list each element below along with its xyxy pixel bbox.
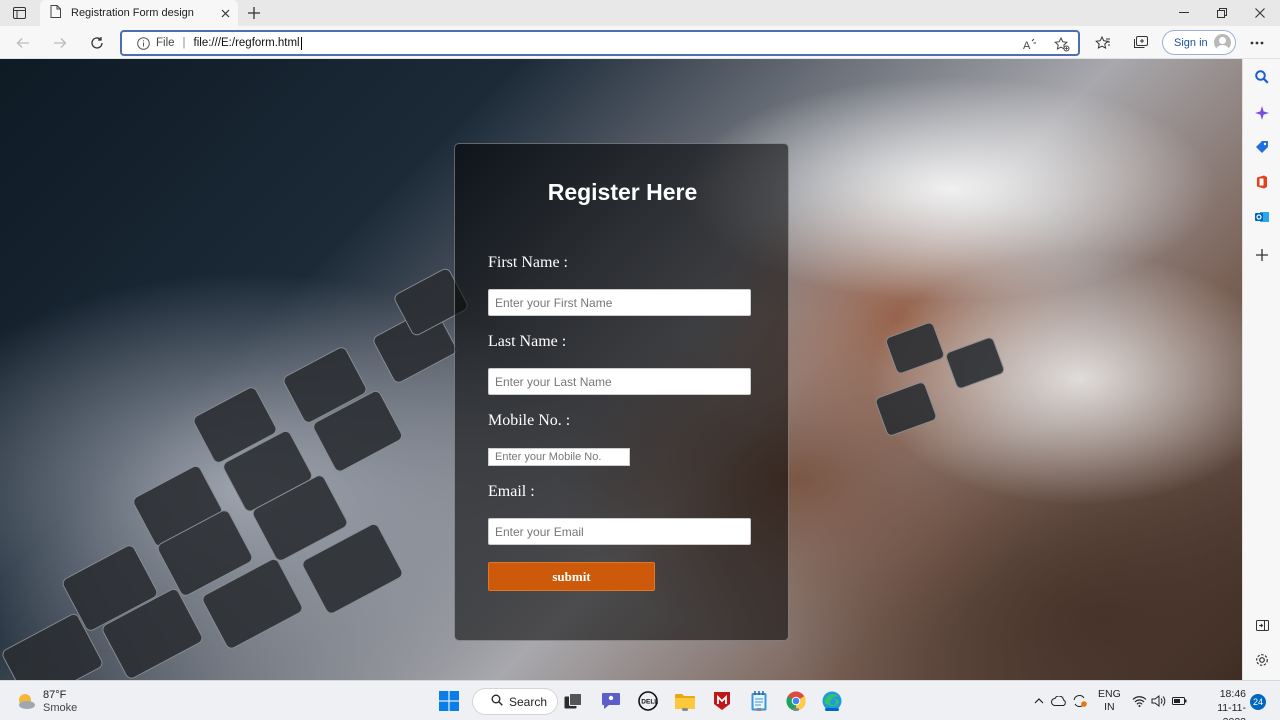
add-icon[interactable] bbox=[1252, 245, 1272, 265]
notification-badge[interactable]: 24 bbox=[1250, 694, 1266, 710]
back-icon[interactable] bbox=[12, 32, 34, 54]
browser-tab[interactable]: Registration Form design bbox=[40, 0, 238, 26]
more-options-icon[interactable] bbox=[1247, 33, 1267, 53]
collections-icon[interactable] bbox=[1130, 33, 1150, 53]
svg-text:DELL: DELL bbox=[641, 699, 658, 706]
weather-widget[interactable]: 87°F Smoke bbox=[16, 688, 136, 716]
office-icon[interactable] bbox=[1252, 172, 1272, 192]
wifi-icon[interactable] bbox=[1131, 693, 1147, 709]
mobile-input[interactable] bbox=[488, 448, 630, 466]
shopping-icon[interactable] bbox=[1252, 137, 1272, 157]
text-caret bbox=[300, 36, 302, 50]
info-icon[interactable] bbox=[136, 36, 150, 50]
mcafee-icon[interactable] bbox=[710, 689, 734, 713]
refresh-icon[interactable] bbox=[86, 32, 108, 54]
clock-time: 18:46 bbox=[1219, 688, 1246, 700]
language-code: ENG bbox=[1098, 688, 1121, 700]
chrome-icon[interactable] bbox=[784, 689, 808, 713]
first-name-label: First Name : bbox=[488, 254, 568, 271]
search-label: Search bbox=[509, 694, 548, 709]
registration-form: Register Here First Name : Last Name : M… bbox=[454, 143, 789, 641]
page-icon bbox=[50, 5, 61, 21]
windows-start-icon[interactable] bbox=[437, 689, 461, 713]
new-tab-icon[interactable] bbox=[244, 4, 264, 22]
add-favorite-icon[interactable] bbox=[1053, 36, 1071, 52]
forward-icon[interactable] bbox=[49, 32, 71, 54]
close-tab-icon[interactable] bbox=[218, 6, 232, 20]
show-hidden-icons-icon[interactable] bbox=[1031, 693, 1047, 709]
url-text[interactable]: file:///E:/regform.html bbox=[194, 37, 300, 49]
system-clock[interactable]: 18:46 11-11-2022 bbox=[1196, 687, 1246, 720]
browser-toolbar: File | file:///E:/regform.html A Sign in bbox=[0, 26, 1280, 59]
address-bar[interactable]: File | file:///E:/regform.html A bbox=[120, 30, 1080, 56]
url-separator: | bbox=[182, 37, 186, 49]
close-window-icon[interactable] bbox=[1247, 4, 1273, 22]
sync-icon[interactable] bbox=[1071, 693, 1087, 709]
taskbar: 87°F Smoke Search DELL ENG IN 18:46 11-1… bbox=[0, 680, 1280, 720]
form-title: Register Here bbox=[547, 179, 698, 205]
weather-temp: 87°F bbox=[43, 689, 67, 701]
browser-tab-bar: Registration Form design bbox=[0, 0, 1280, 26]
tab-actions-icon[interactable] bbox=[8, 4, 30, 22]
sign-in-button[interactable]: Sign in bbox=[1162, 30, 1236, 55]
last-name-input[interactable] bbox=[488, 368, 751, 395]
maximize-icon[interactable] bbox=[1209, 4, 1235, 22]
battery-icon[interactable] bbox=[1171, 693, 1187, 709]
running-indicator bbox=[793, 708, 799, 711]
region-code: IN bbox=[1104, 701, 1115, 713]
first-name-input[interactable] bbox=[488, 289, 751, 316]
email-label: Email : bbox=[488, 483, 535, 500]
submit-button[interactable]: submit bbox=[488, 562, 655, 591]
notepad-icon[interactable] bbox=[747, 689, 771, 713]
edge-sidebar bbox=[1242, 59, 1280, 680]
page-viewport: laptop-keyboard-typing-photo Register He… bbox=[0, 59, 1242, 680]
search-icon bbox=[491, 694, 503, 709]
edge-icon[interactable] bbox=[820, 689, 844, 713]
onedrive-icon[interactable] bbox=[1051, 693, 1067, 709]
read-aloud-icon[interactable]: A bbox=[1022, 36, 1040, 52]
dell-icon[interactable]: DELL bbox=[636, 689, 660, 713]
sign-in-label: Sign in bbox=[1174, 36, 1208, 49]
language-indicator[interactable]: ENG IN bbox=[1098, 688, 1121, 714]
task-view-icon[interactable] bbox=[561, 689, 585, 713]
search-icon[interactable] bbox=[1252, 67, 1272, 87]
url-scheme: File bbox=[156, 37, 175, 49]
running-indicator bbox=[756, 708, 762, 711]
weather-icon bbox=[16, 692, 36, 710]
active-indicator bbox=[825, 708, 839, 711]
weather-condition: Smoke bbox=[43, 702, 78, 714]
outlook-icon[interactable] bbox=[1252, 207, 1272, 227]
minimize-icon[interactable] bbox=[1171, 4, 1197, 22]
taskbar-search[interactable]: Search bbox=[472, 688, 558, 715]
svg-text:A: A bbox=[1023, 40, 1031, 50]
avatar bbox=[1214, 34, 1231, 51]
email-input[interactable] bbox=[488, 518, 751, 545]
favorites-icon[interactable] bbox=[1093, 33, 1113, 53]
copilot-icon[interactable] bbox=[1252, 103, 1272, 123]
chat-icon[interactable] bbox=[599, 689, 623, 713]
mobile-label: Mobile No. : bbox=[488, 412, 571, 429]
settings-icon[interactable] bbox=[1252, 650, 1272, 670]
last-name-label: Last Name : bbox=[488, 333, 567, 350]
split-screen-icon[interactable] bbox=[1252, 615, 1272, 635]
file-explorer-icon[interactable] bbox=[673, 689, 697, 713]
tab-title: Registration Form design bbox=[71, 7, 194, 19]
volume-icon[interactable] bbox=[1150, 693, 1166, 709]
clock-date: 11-11-2022 bbox=[1217, 702, 1246, 720]
running-indicator bbox=[682, 708, 688, 711]
